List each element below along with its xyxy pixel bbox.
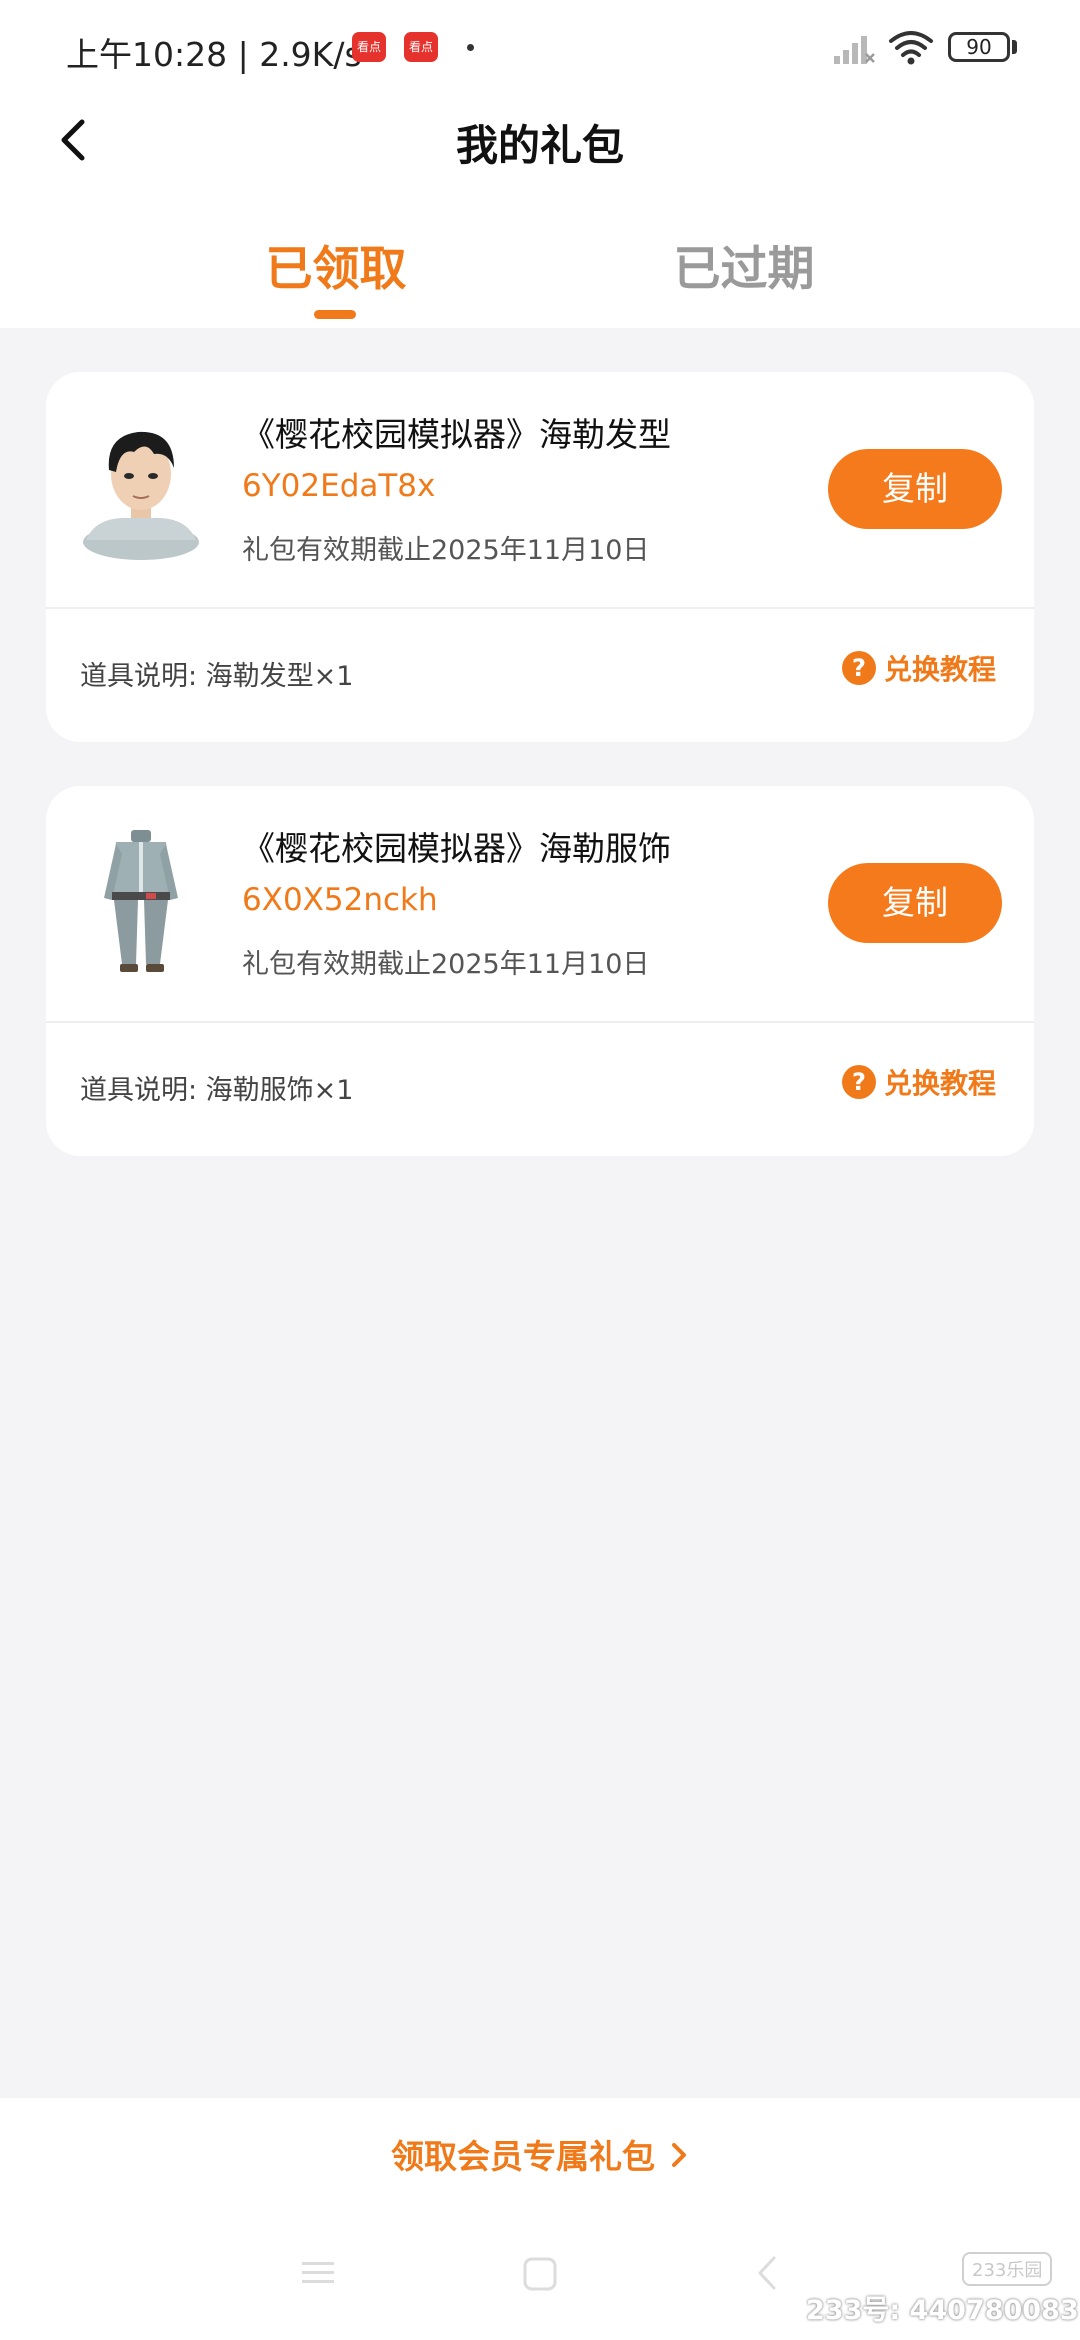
gift-code: 6X0X52nckh [242, 882, 438, 918]
gift-description: 道具说明: 海勒服饰×1 [80, 1075, 354, 1106]
nav-back-icon[interactable] [752, 2254, 782, 2292]
wifi-icon [889, 31, 933, 65]
tab-expired[interactable]: 已过期 [614, 230, 874, 299]
gift-description: 道具说明: 海勒发型×1 [80, 661, 354, 692]
copy-button[interactable]: 复制 [828, 863, 1002, 943]
tab-received[interactable]: 已领取 [206, 230, 466, 299]
app-notification-icon: 看点 [404, 32, 438, 62]
battery-icon: 90 [948, 32, 1010, 62]
watermark-text: 233号: 440780083 [806, 2295, 1079, 2326]
gift-code: 6Y02EdaT8x [242, 468, 436, 504]
home-icon[interactable] [522, 2256, 558, 2292]
battery-tip [1012, 40, 1017, 54]
member-gift-label: 领取会员专属礼包 [391, 2137, 655, 2176]
question-icon: ? [842, 1065, 876, 1099]
menu-icon[interactable] [300, 2258, 336, 2288]
watermark-logo: 233乐园 [962, 2252, 1053, 2286]
page-title: 我的礼包 [455, 121, 624, 170]
gift-card: 《樱花校园模拟器》海勒发型 6Y02EdaT8x 礼包有效期截止2025年11月… [46, 372, 1034, 742]
redeem-tutorial-link[interactable]: ? 兑换教程 [842, 648, 996, 688]
tutorial-label: 兑换教程 [884, 1067, 997, 1100]
card-divider [46, 607, 1034, 609]
status-bar: 上午10:28 | 2.9K/s 看点 看点 90 [0, 0, 1080, 100]
outfit-image [104, 830, 178, 972]
gift-expiry: 礼包有效期截止2025年11月10日 [242, 949, 650, 980]
signal-icon [834, 36, 875, 64]
copy-button[interactable]: 复制 [828, 449, 1002, 529]
question-icon: ? [842, 651, 876, 685]
card-divider [46, 1021, 1034, 1023]
gift-title: 《樱花校园模拟器》海勒服饰 [242, 829, 671, 868]
redeem-tutorial-link[interactable]: ? 兑换教程 [842, 1062, 996, 1102]
tab-active-indicator [314, 310, 356, 319]
gift-card: 《樱花校园模拟器》海勒服饰 6X0X52nckh 礼包有效期截止2025年11月… [46, 786, 1034, 1156]
character-head-image [83, 431, 199, 560]
gift-title: 《樱花校园模拟器》海勒发型 [242, 415, 671, 454]
member-gift-link[interactable]: 领取会员专属礼包 [0, 2130, 1080, 2178]
status-time: 上午10:28 | 2.9K/s [66, 35, 362, 74]
app-notification-icon: 看点 [352, 32, 386, 62]
tutorial-label: 兑换教程 [884, 653, 997, 686]
gift-expiry: 礼包有效期截止2025年11月10日 [242, 535, 650, 566]
notification-dot-icon [467, 44, 474, 51]
chevron-right-icon [669, 2137, 689, 2176]
